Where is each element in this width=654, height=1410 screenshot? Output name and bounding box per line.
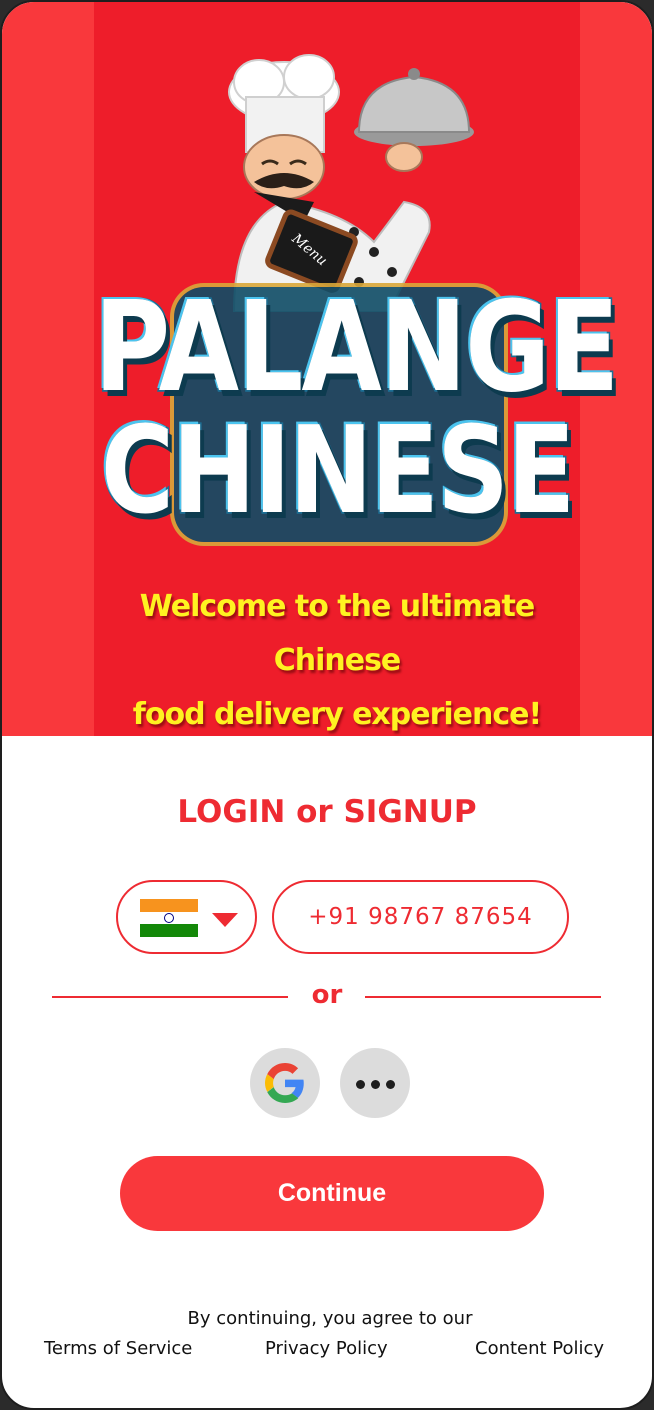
- login-title: LOGIN or SIGNUP: [177, 794, 477, 830]
- app-screen: Menu PALANGE CHINESE Welcome to the ulti…: [0, 0, 654, 1410]
- welcome-message: Welcome to the ultimate Chinese food del…: [94, 580, 580, 742]
- google-icon: [265, 1063, 304, 1103]
- welcome-line1: Welcome to the ultimate Chinese: [139, 589, 535, 678]
- continue-button[interactable]: Continue: [120, 1156, 544, 1231]
- divider-left: [52, 996, 288, 998]
- india-flag-icon: [140, 899, 198, 937]
- terms-of-service-link[interactable]: Terms of Service: [44, 1338, 192, 1359]
- country-selector[interactable]: [116, 880, 257, 954]
- terms-notice: By continuing, you agree to our: [187, 1308, 473, 1329]
- or-label: or: [311, 980, 343, 1010]
- google-login-button[interactable]: [250, 1048, 320, 1118]
- privacy-policy-link[interactable]: Privacy Policy: [265, 1338, 388, 1359]
- hero-inner-panel: Menu PALANGE CHINESE Welcome to the ulti…: [93, 2, 621, 736]
- divider-right: [365, 996, 601, 998]
- chef-illustration: [228, 54, 474, 312]
- welcome-line2: food delivery experience!: [132, 697, 542, 732]
- logo-line1: PALANGE: [93, 273, 621, 421]
- more-options-icon: [353, 1074, 398, 1093]
- phone-number-input[interactable]: +91 98767 87654: [272, 880, 569, 954]
- more-options-button[interactable]: [340, 1048, 410, 1118]
- content-policy-link[interactable]: Content Policy: [475, 1338, 604, 1359]
- logo-line2: CHINESE: [99, 400, 577, 541]
- chevron-down-icon: [212, 913, 238, 927]
- hero-banner: Menu PALANGE CHINESE Welcome to the ulti…: [2, 2, 652, 736]
